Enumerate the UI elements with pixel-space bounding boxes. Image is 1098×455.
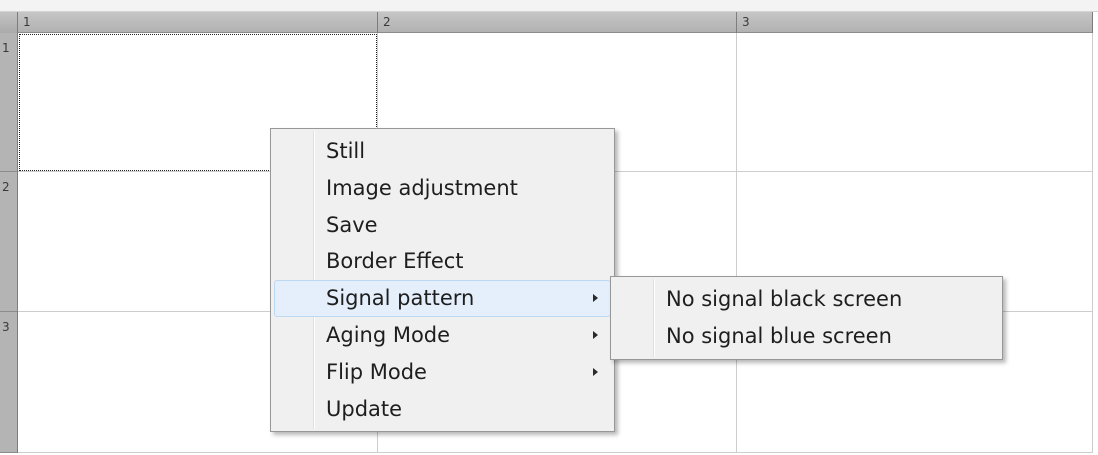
submenu-item-no-signal-blue-screen[interactable]: No signal blue screen <box>614 318 999 355</box>
signal-pattern-submenu: No signal black screen No signal blue sc… <box>610 276 1003 360</box>
top-strip <box>0 0 1098 12</box>
column-header-1[interactable]: 1 <box>18 12 378 33</box>
grid-cell[interactable] <box>737 33 1093 172</box>
app-window: 1 2 3 1 2 3 Still Image adjustment Save <box>0 0 1098 455</box>
column-header-3[interactable]: 3 <box>737 12 1093 33</box>
column-header-bar: 1 2 3 <box>18 12 1093 33</box>
chevron-right-icon <box>593 367 598 376</box>
chevron-right-icon <box>593 330 598 339</box>
submenu-item-no-signal-black-screen[interactable]: No signal black screen <box>614 281 999 318</box>
submenu-item-label: No signal blue screen <box>666 323 892 348</box>
menu-item-update[interactable]: Update <box>274 391 611 428</box>
row-header-bar: 1 2 3 <box>0 33 18 453</box>
row-header-2[interactable]: 2 <box>0 172 17 312</box>
menu-item-signal-pattern[interactable]: Signal pattern <box>274 280 611 317</box>
menu-item-label: Border Effect <box>326 249 464 274</box>
submenu-item-label: No signal black screen <box>666 287 903 311</box>
menu-item-label: Flip Mode <box>326 359 427 384</box>
menu-item-label: Signal pattern <box>326 286 475 311</box>
menu-item-still[interactable]: Still <box>274 133 611 170</box>
row-header-3[interactable]: 3 <box>0 312 17 453</box>
menu-item-image-adjustment[interactable]: Image adjustment <box>274 170 611 207</box>
menu-item-border-effect[interactable]: Border Effect <box>274 243 611 280</box>
menu-item-label: Save <box>326 212 378 237</box>
menu-item-label: Image adjustment <box>326 175 518 200</box>
menu-item-aging-mode[interactable]: Aging Mode <box>274 317 611 354</box>
chevron-right-icon <box>593 294 598 303</box>
menu-item-label: Update <box>326 396 403 421</box>
context-menu: Still Image adjustment Save Border Effec… <box>270 128 615 433</box>
column-header-2[interactable]: 2 <box>378 12 737 33</box>
row-header-1[interactable]: 1 <box>0 33 17 172</box>
menu-item-save[interactable]: Save <box>274 207 611 244</box>
menu-item-flip-mode[interactable]: Flip Mode <box>274 354 611 391</box>
header-corner <box>0 12 18 33</box>
menu-item-label: Aging Mode <box>326 322 451 347</box>
menu-item-label: Still <box>326 139 366 163</box>
